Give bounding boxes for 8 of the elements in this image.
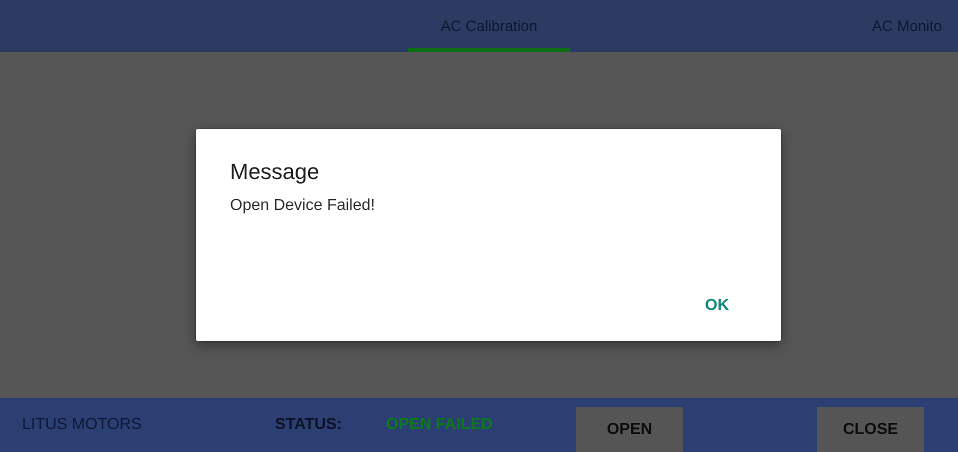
dialog-message: Open Device Failed! bbox=[230, 197, 376, 215]
close-button[interactable]: CLOSE bbox=[817, 407, 924, 452]
open-button[interactable]: OPEN bbox=[576, 407, 683, 452]
status-label: STATUS: bbox=[275, 416, 343, 434]
brand-label: LITUS MOTORS bbox=[22, 416, 143, 434]
dialog-title: Message bbox=[230, 159, 320, 185]
status-value: OPEN FAILED bbox=[386, 416, 494, 434]
ok-button[interactable]: OK bbox=[695, 293, 739, 319]
